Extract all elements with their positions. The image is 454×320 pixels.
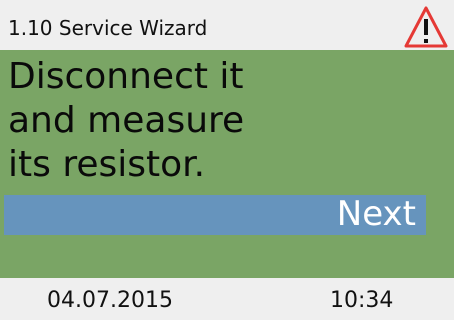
status-footer: 04.07.2015 10:34 xyxy=(0,278,454,320)
instruction-message: Disconnect it and measure its resistor. xyxy=(8,56,245,185)
next-button-label: Next xyxy=(336,194,416,234)
main-panel: Disconnect it and measure its resistor. … xyxy=(0,50,454,278)
footer-date: 04.07.2015 xyxy=(47,288,173,313)
next-button[interactable]: Next xyxy=(4,194,426,235)
screen-title: 1.10 Service Wizard xyxy=(8,16,208,40)
title-bar: 1.10 Service Wizard xyxy=(0,0,454,50)
warning-triangle-icon xyxy=(402,4,450,50)
footer-time: 10:34 xyxy=(330,288,394,313)
service-wizard-screen: 1.10 Service Wizard Disconnect it and me… xyxy=(0,0,454,320)
